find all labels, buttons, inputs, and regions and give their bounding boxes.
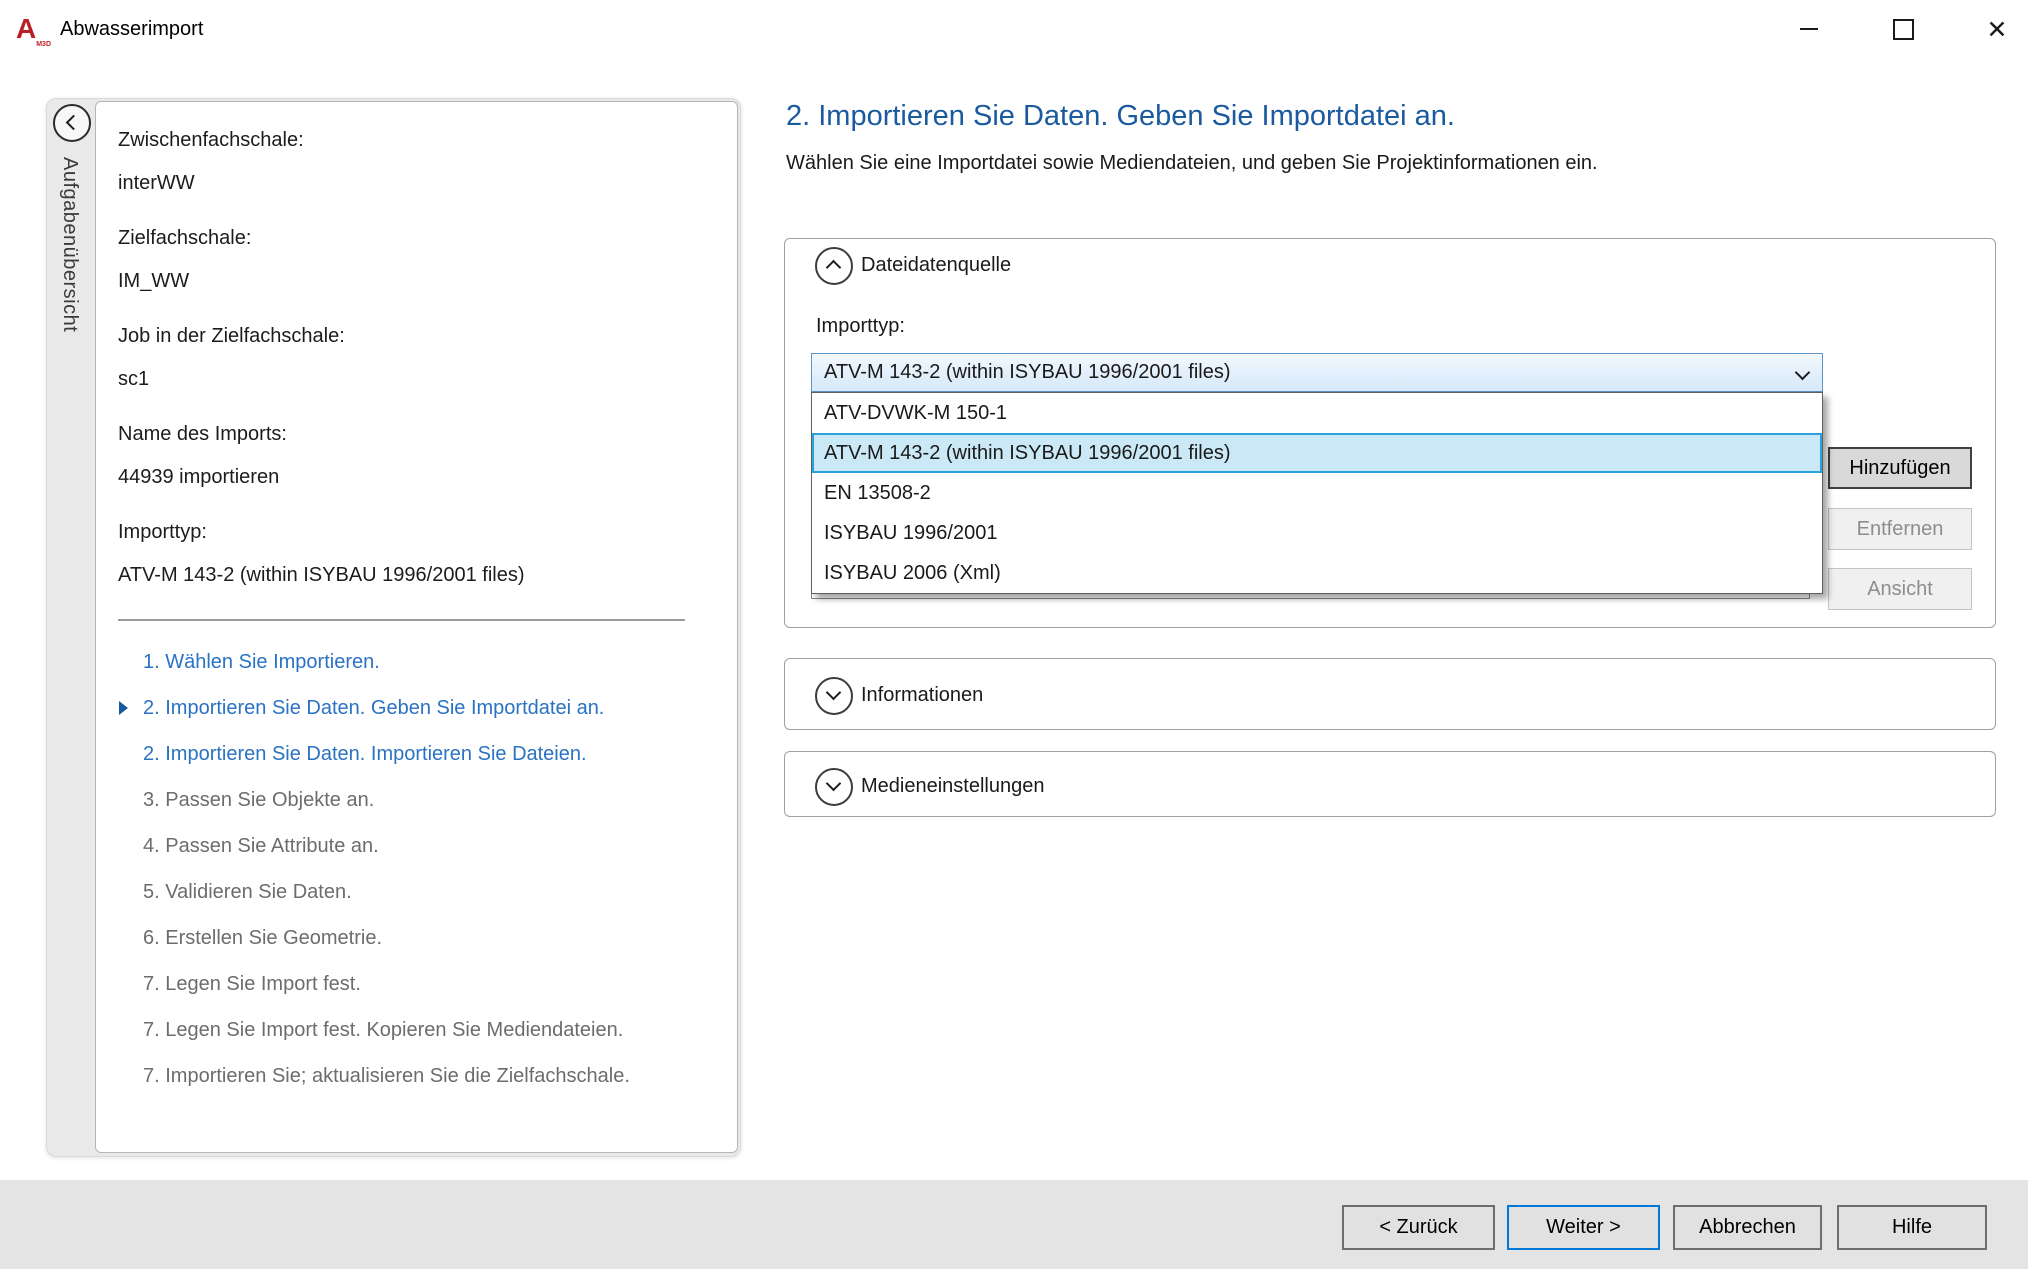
task-pane: Aufgabenübersicht Zwischenfachschale: in…: [46, 98, 741, 1157]
view-button[interactable]: Ansicht: [1828, 568, 1972, 610]
step-list: 1. Wählen Sie Importieren. 2. Importiere…: [118, 651, 713, 1088]
titlebar: A M3D Abwasserimport: [0, 0, 2028, 59]
page-title: 2. Importieren Sie Daten. Geben Sie Impo…: [786, 98, 1455, 134]
field-value: sc1: [118, 368, 713, 390]
chevron-down-icon: [826, 685, 842, 701]
help-button[interactable]: Hilfe: [1837, 1205, 1987, 1250]
maximize-button[interactable]: [1884, 10, 1922, 48]
expand-section-button[interactable]: [815, 677, 853, 715]
group-file-source: Dateidatenquelle Importtyp: ATV-M 143-2 …: [784, 238, 1996, 628]
step-item-3[interactable]: 2. Importieren Sie Daten. Importieren Si…: [118, 743, 713, 766]
current-step-marker-icon: [119, 701, 128, 715]
step-item-7: 6. Erstellen Sie Geometrie.: [118, 927, 713, 950]
task-pane-label: Aufgabenübersicht: [58, 157, 81, 332]
chevron-down-icon: [1795, 365, 1811, 381]
chevron-up-icon: [826, 260, 842, 276]
back-button[interactable]: < Zurück: [1342, 1205, 1495, 1250]
autocad-a-glyph: A: [16, 14, 48, 44]
abwasserimport-window: A M3D Abwasserimport ✕ Aufgabenübersicht…: [0, 0, 2028, 1269]
field-value: 44939 importieren: [118, 466, 713, 488]
cancel-button[interactable]: Abbrechen: [1673, 1205, 1822, 1250]
summary-panel: Zwischenfachschale: interWW Zielfachscha…: [95, 101, 738, 1153]
field-value: IM_WW: [118, 270, 713, 292]
minimize-icon: [1800, 28, 1818, 30]
footer: < Zurück Weiter > Abbrechen Hilfe: [0, 1180, 2028, 1269]
dropdown-option-4[interactable]: ISYBAU 1996/2001: [812, 513, 1822, 553]
group-title: Dateidatenquelle: [861, 254, 1011, 277]
window-title: Abwasserimport: [60, 18, 203, 41]
collapse-section-button[interactable]: [815, 247, 853, 285]
field-zwischenfachschale: Zwischenfachschale: interWW: [118, 129, 713, 194]
step-item-2-current[interactable]: 2. Importieren Sie Daten. Geben Sie Impo…: [118, 697, 713, 720]
importtype-label: Importtyp:: [816, 315, 905, 338]
field-job: Job in der Zielfachschale: sc1: [118, 325, 713, 390]
importtype-combobox[interactable]: ATV-M 143-2 (within ISYBAU 1996/2001 fil…: [811, 353, 1823, 392]
field-label: Name des Imports:: [118, 423, 713, 445]
step-label: 2. Importieren Sie Daten. Geben Sie Impo…: [143, 697, 604, 719]
step-item-10: 7. Importieren Sie; aktualisieren Sie di…: [118, 1065, 713, 1088]
combobox-value: ATV-M 143-2 (within ISYBAU 1996/2001 fil…: [824, 361, 1230, 384]
maximize-icon: [1893, 19, 1914, 40]
dropdown-option-3[interactable]: EN 13508-2: [812, 473, 1822, 513]
step-item-5: 4. Passen Sie Attribute an.: [118, 835, 713, 858]
group-medieneinstellungen: Medieneinstellungen: [784, 751, 1996, 817]
summary-divider: [118, 619, 685, 621]
dropdown-option-2-selected[interactable]: ATV-M 143-2 (within ISYBAU 1996/2001 fil…: [812, 433, 1822, 473]
step-item-4: 3. Passen Sie Objekte an.: [118, 789, 713, 812]
chevron-down-icon: [826, 776, 842, 792]
remove-button[interactable]: Entfernen: [1828, 508, 1972, 550]
add-button[interactable]: Hinzufügen: [1828, 447, 1972, 489]
chevron-left-icon: [66, 115, 82, 131]
importtype-dropdown: ATV-DVWK-M 150-1 ATV-M 143-2 (within ISY…: [811, 392, 1823, 594]
dropdown-option-1[interactable]: ATV-DVWK-M 150-1: [812, 393, 1822, 433]
field-label: Zwischenfachschale:: [118, 129, 713, 151]
field-value: ATV-M 143-2 (within ISYBAU 1996/2001 fil…: [118, 564, 713, 586]
field-label: Importtyp:: [118, 521, 713, 543]
autocad-map3d-icon: A M3D: [16, 14, 48, 46]
step-item-6: 5. Validieren Sie Daten.: [118, 881, 713, 904]
page-subtitle: Wählen Sie eine Importdatei sowie Medien…: [786, 152, 1598, 175]
group-title: Informationen: [861, 684, 983, 707]
field-importtyp: Importtyp: ATV-M 143-2 (within ISYBAU 19…: [118, 521, 713, 586]
step-item-8: 7. Legen Sie Import fest.: [118, 973, 713, 996]
next-button[interactable]: Weiter >: [1507, 1205, 1660, 1250]
group-informationen: Informationen: [784, 658, 1996, 730]
field-zielfachschale: Zielfachschale: IM_WW: [118, 227, 713, 292]
collapse-pane-button[interactable]: [53, 104, 91, 142]
close-button[interactable]: ✕: [1977, 10, 2017, 50]
minimize-button[interactable]: [1790, 10, 1828, 48]
field-label: Job in der Zielfachschale:: [118, 325, 713, 347]
dropdown-option-5[interactable]: ISYBAU 2006 (Xml): [812, 553, 1822, 593]
field-value: interWW: [118, 172, 713, 194]
field-label: Zielfachschale:: [118, 227, 713, 249]
field-importname: Name des Imports: 44939 importieren: [118, 423, 713, 488]
group-title: Medieneinstellungen: [861, 775, 1044, 798]
step-item-1[interactable]: 1. Wählen Sie Importieren.: [118, 651, 713, 674]
step-item-9: 7. Legen Sie Import fest. Kopieren Sie M…: [118, 1019, 713, 1042]
autocad-m3d-glyph: M3D: [36, 41, 51, 48]
expand-section-button[interactable]: [815, 768, 853, 806]
